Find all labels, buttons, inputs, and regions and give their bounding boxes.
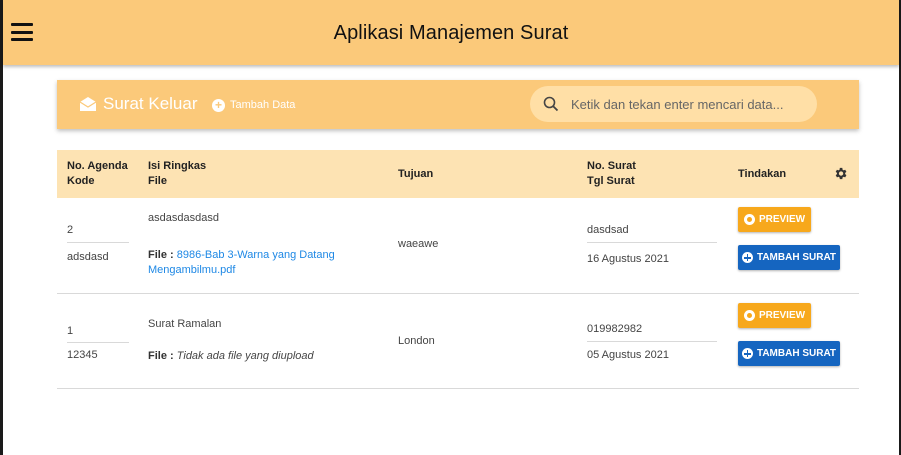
app-bar: Aplikasi Manajemen Surat [3,0,899,65]
header-tgl-surat: Tgl Surat [587,175,635,187]
no-surat-value: dasdsad [587,224,629,236]
header-tujuan: Tujuan [398,168,434,180]
file-info: File : Tidak ada file yang diupload [148,350,314,362]
add-circle-icon: + [212,98,225,112]
preview-button[interactable]: PREVIEW [738,303,811,328]
plus-circle-icon [741,252,753,263]
preview-button[interactable]: PREVIEW [738,207,811,232]
section-title: Surat Keluar [103,94,198,113]
table-header: No. Agenda Kode Isi Ringkas File Tujuan … [57,150,859,198]
no-surat-value: 019982982 [587,323,643,335]
header-kode: Kode [67,175,95,187]
table-row: 1 12345 Surat Ramalan File : Tidak ada f… [57,294,859,389]
plus-circle-icon [741,348,753,359]
header-no-surat: No. Surat [587,160,636,172]
file-label: File [148,249,167,261]
kode-value: 12345 [67,349,98,361]
kode-value: adsdasd [67,251,109,263]
file-none-text: Tidak ada file yang diupload [176,350,314,362]
tgl-surat-value: 16 Agustus 2021 [587,253,669,265]
header-agenda: No. Agenda [67,160,128,172]
envelope-open-icon [79,97,97,111]
file-link[interactable]: 8986-Bab 3-Warna yang Datang [177,249,335,261]
file-info: File : 8986-Bab 3-Warna yang Datang Meng… [148,249,335,276]
eye-icon [743,310,755,321]
table-row: 2 adsdasd asdasdasdasd File : 8986-Bab 3… [57,198,859,294]
search-bar [530,86,817,122]
file-link-cont[interactable]: Mengambilmu.pdf [148,264,235,276]
app-title: Aplikasi Manajemen Surat [333,22,569,44]
header-file: File [148,175,167,187]
tgl-surat-value: 05 Agustus 2021 [587,349,669,361]
file-label: File [148,350,167,362]
add-data-label: Tambah Data [230,99,296,111]
tujuan-value: London [398,335,435,347]
agenda-number: 1 [67,325,74,337]
tambah-surat-button[interactable]: TAMBAH SURAT [738,245,840,270]
add-data-button[interactable]: + Tambah Data [212,97,295,113]
isi-ringkas: asdasdasdasd [148,212,219,224]
tujuan-value: waeawe [398,238,439,250]
isi-ringkas: Surat Ramalan [148,318,222,330]
gear-icon[interactable] [833,166,848,181]
search-icon [543,96,559,112]
header-tindakan: Tindakan [738,168,787,180]
search-input[interactable] [571,86,806,122]
agenda-number: 2 [67,224,74,236]
tambah-surat-button[interactable]: TAMBAH SURAT [738,341,840,366]
eye-icon [743,214,755,225]
header-isi: Isi Ringkas [148,160,207,172]
